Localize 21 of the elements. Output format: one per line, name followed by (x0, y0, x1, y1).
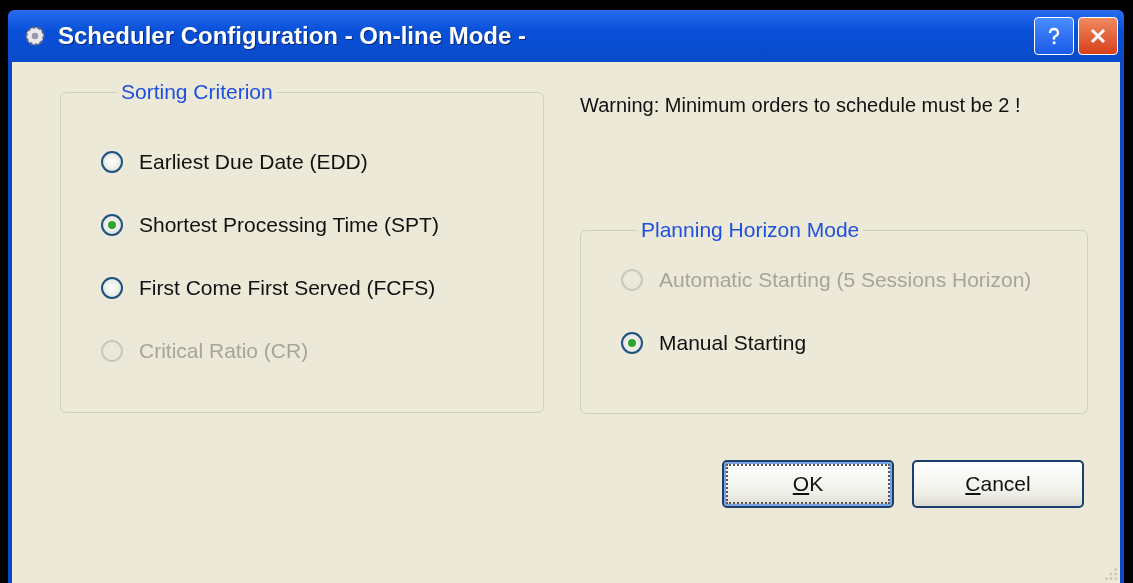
close-button[interactable] (1078, 17, 1118, 55)
close-icon (1088, 26, 1108, 46)
radio-label: Shortest Processing Time (SPT) (139, 212, 439, 237)
resize-grip-icon (1104, 567, 1118, 581)
window-title: Scheduler Configuration - On-line Mode - (58, 22, 527, 50)
radio-label: First Come First Served (FCFS) (139, 275, 436, 300)
radio-button[interactable] (621, 331, 643, 354)
radio-label: Manual Starting (659, 330, 807, 355)
group-title: Sorting Criterion (120, 80, 274, 104)
dialog-button[interactable]: Cancel (912, 460, 1084, 508)
radio-label: Critical Ratio (CR) (139, 338, 309, 363)
radio-button[interactable] (101, 213, 123, 236)
help-button[interactable] (1034, 17, 1074, 55)
radio-label: Automatic Starting (5 Sessions Horizon) (659, 267, 1032, 292)
radio-button[interactable] (101, 276, 123, 299)
warning-message: Warning: Minimum orders to schedule must be 2 ! (580, 94, 1022, 118)
radio-button[interactable] (101, 150, 123, 173)
dialog-button[interactable]: OK (722, 460, 894, 508)
group-title: Planning Horizon Mode (640, 218, 861, 242)
gear-icon (22, 23, 48, 49)
radio-label: Earliest Due Date (EDD) (139, 149, 368, 174)
